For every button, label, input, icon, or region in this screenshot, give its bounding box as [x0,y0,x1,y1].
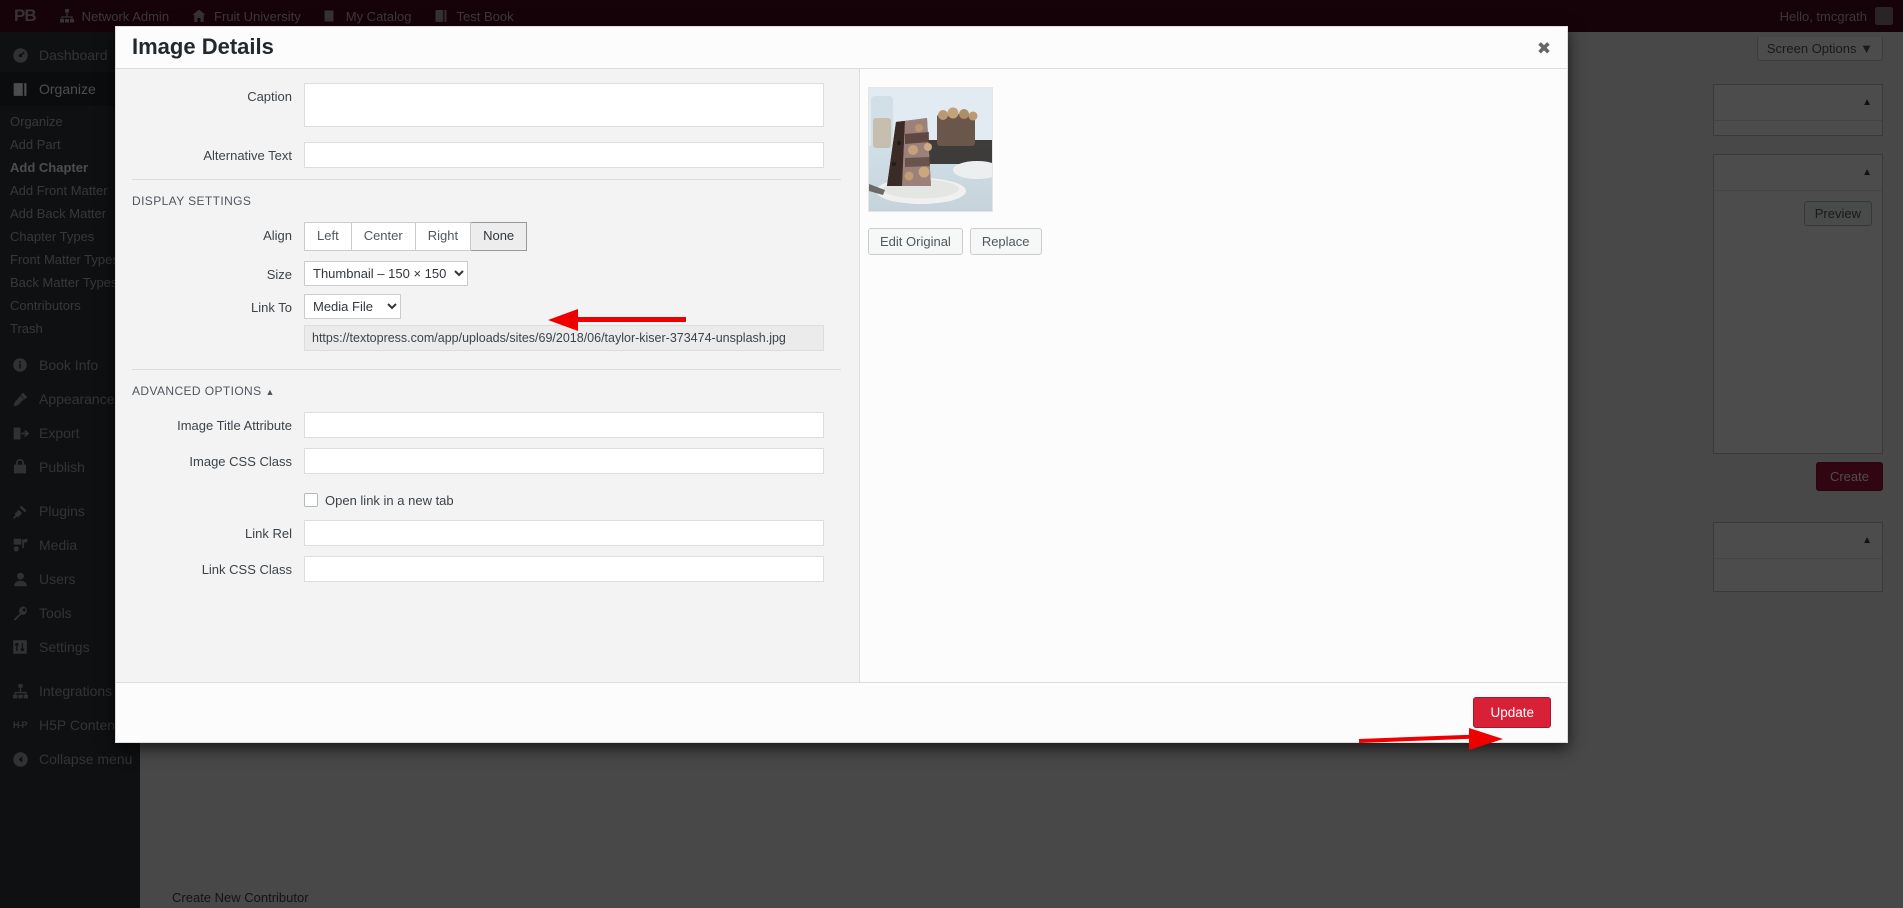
caption-label: Caption [247,89,292,104]
image-css-field-wrap [304,447,843,474]
divider [132,179,841,180]
preview-buttons: Edit Original Replace [868,228,1567,255]
image-title-field-wrap [304,411,843,438]
arrow-head [1469,728,1503,750]
thumbnail-wrap [868,87,993,212]
align-right-button[interactable]: Right [415,222,472,251]
link-rel-input[interactable] [304,519,824,546]
caption-row: Caption [132,83,843,132]
link-css-input[interactable] [304,555,824,582]
align-field-wrap: Left Center Right None [304,222,843,251]
link-css-label: Link CSS Class [201,561,292,577]
bottom-strip [140,890,1903,908]
caption-field-wrap [304,83,843,132]
divider-2 [132,368,841,370]
display-settings-heading: DISPLAY SETTINGS [132,194,252,208]
new-tab-row: Open link in a new tab [132,490,843,508]
link-to-label: Link To [251,299,292,315]
open-in-new-tab-label: Open link in a new tab [325,492,454,508]
edit-original-button[interactable]: Edit Original [868,228,963,255]
new-tab-spacer [132,490,304,495]
alt-text-input[interactable] [304,142,824,168]
link-css-field-wrap [304,555,843,582]
replace-button[interactable]: Replace [969,228,1042,255]
size-label: Size [266,266,292,282]
cake-photo [869,88,992,211]
annotation-arrow-update [1358,727,1507,753]
close-icon[interactable]: ✖ [1529,33,1559,63]
image-css-input[interactable] [304,447,824,474]
settings-column: Caption Alternative Text DISPLAY SETTING… [116,69,860,682]
align-button-group: Left Center Right None [304,222,528,251]
annotation-arrow-link-to [548,307,686,333]
image-details-modal: Image Details ✖ Caption Alternative Text [115,26,1568,750]
size-row: Size Thumbnail – 150 × 150 [132,260,843,286]
caption-input[interactable] [304,83,824,127]
image-css-label: Image CSS Class [189,453,292,469]
arrow-head [548,309,578,331]
link-to-select[interactable]: Media File [304,293,401,319]
modal-body: Caption Alternative Text DISPLAY SETTING… [116,69,1567,682]
link-rel-label: Link Rel [245,525,292,541]
size-select[interactable]: Thumbnail – 150 × 150 [304,260,468,286]
open-in-new-tab-checkbox[interactable] [304,493,318,508]
link-rel-row: Link Rel [132,519,843,546]
image-title-row: Image Title Attribute [132,411,843,438]
chevron-up-icon: ▲ [265,386,275,397]
advanced-options-heading[interactable]: ADVANCED OPTIONS ▲ [132,384,843,398]
align-label: Align [263,228,292,243]
link-to-row: Link To Media File https://textopress.co… [132,293,843,351]
new-tab-field-wrap: Open link in a new tab [304,490,843,508]
arrow-shaft [1358,734,1471,743]
update-button[interactable]: Update [1473,697,1551,728]
image-title-label: Image Title Attribute [177,417,292,433]
alt-text-field-wrap [304,142,843,168]
align-row: Align Left Center Right None [132,222,843,251]
alt-text-label: Alternative Text [203,148,292,163]
link-css-row: Link CSS Class [132,555,843,582]
align-center-button[interactable]: Center [351,222,416,251]
arrow-shaft [576,317,686,322]
modal-header: Image Details ✖ [116,27,1567,69]
size-field-wrap: Thumbnail – 150 × 150 [304,260,843,286]
image-title-input[interactable] [304,411,824,438]
link-rel-field-wrap [304,519,843,546]
alt-text-row: Alternative Text [132,142,843,168]
modal-footer: Update [116,682,1567,742]
image-preview[interactable] [868,87,993,212]
image-css-row: Image CSS Class [132,447,843,474]
admin-screen: PB Network Admin Fruit University My Cat… [0,0,1903,908]
preview-column: Edit Original Replace [860,69,1567,682]
align-none-button[interactable]: None [471,222,528,251]
advanced-options-label: ADVANCED OPTIONS [132,383,262,398]
align-left-button[interactable]: Left [304,222,352,251]
page-title: Image Details [132,34,274,60]
